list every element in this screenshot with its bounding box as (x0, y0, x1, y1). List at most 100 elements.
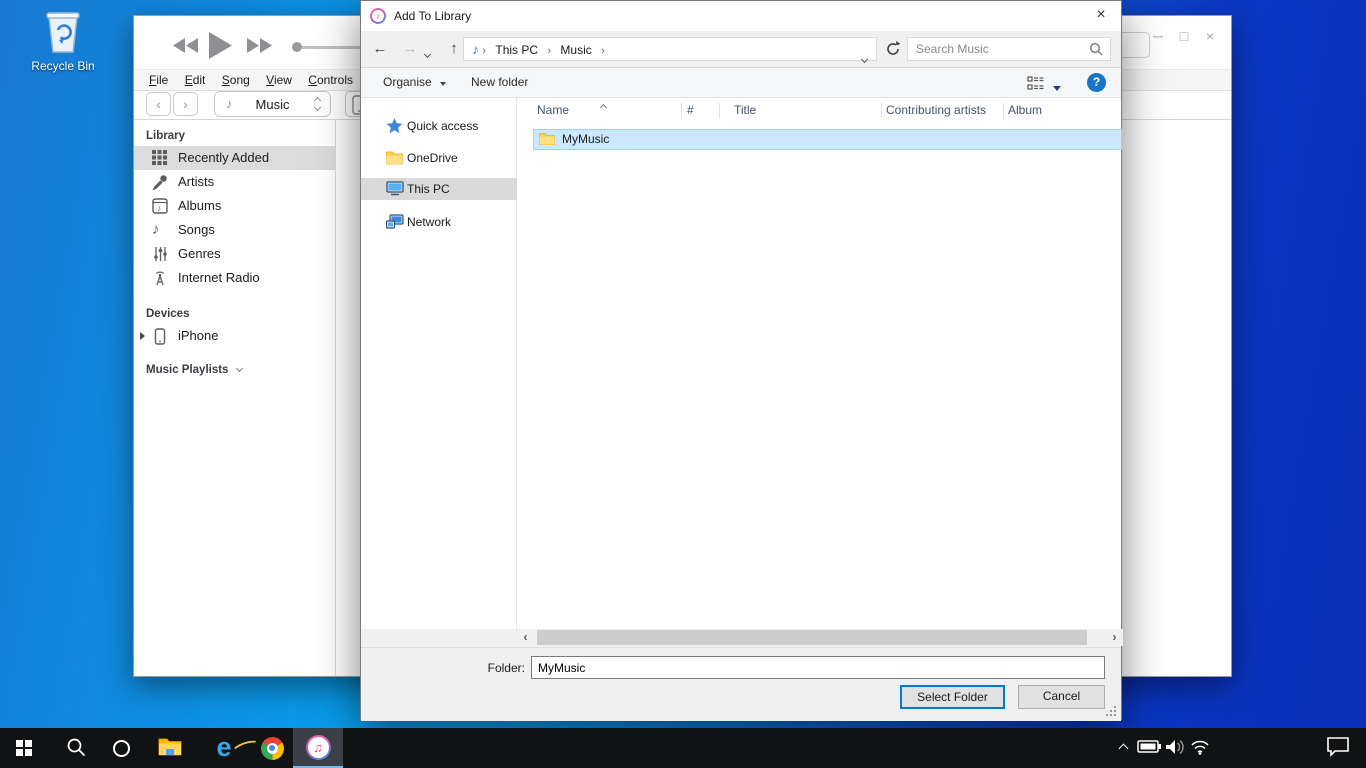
search-icon[interactable] (1089, 42, 1103, 59)
column-header-title[interactable]: Title (734, 98, 756, 123)
chevron-down-icon (440, 82, 446, 86)
view-mode-icon[interactable] (1027, 76, 1044, 94)
expand-caret-icon[interactable] (140, 332, 145, 340)
recycle-bin-icon (41, 43, 85, 57)
wifi-icon (1190, 739, 1210, 758)
nav-item-quick-access[interactable]: Quick access (361, 115, 517, 137)
rewind-button[interactable] (172, 38, 199, 56)
menu-file[interactable]: File (147, 70, 170, 90)
back-icon[interactable]: ← (367, 35, 393, 63)
music-note-icon: ♪ (152, 222, 169, 239)
column-header-number[interactable]: # (687, 98, 694, 123)
media-kind-selector[interactable]: ♪ Music (214, 91, 331, 117)
nav-item-label: Quick access (407, 119, 478, 133)
column-header-album[interactable]: Album (1008, 98, 1042, 123)
column-header-name[interactable]: Name (537, 98, 569, 123)
file-row-mymusic[interactable]: MyMusic (533, 129, 1122, 150)
column-separator[interactable] (681, 103, 682, 118)
organise-button[interactable]: Organise (383, 75, 446, 89)
scroll-left-icon[interactable]: ‹ (517, 629, 534, 646)
sidebar-item-songs[interactable]: ♪ Songs (134, 218, 335, 242)
network-button[interactable] (1186, 728, 1214, 768)
new-folder-button[interactable]: New folder (471, 75, 528, 89)
cancel-button[interactable]: Cancel (1018, 685, 1105, 709)
dialog-title: Add To Library (394, 9, 471, 23)
view-mode-chevron-icon[interactable] (1053, 80, 1061, 94)
battery-button[interactable] (1134, 728, 1164, 768)
nav-item-label: This PC (407, 182, 450, 196)
nav-item-network[interactable]: Network (361, 211, 517, 233)
sidebar-item-artists[interactable]: Artists (134, 170, 335, 194)
search-icon (66, 737, 86, 760)
network-icon (386, 214, 403, 230)
address-dropdown-chevron-icon[interactable] (862, 47, 867, 69)
breadcrumb-music[interactable]: Music (554, 39, 597, 61)
close-icon[interactable]: × (1197, 28, 1223, 44)
search-input[interactable] (916, 40, 1081, 58)
horizontal-scrollbar[interactable]: ‹ › (517, 629, 1123, 646)
sidebar-item-label: Artists (178, 174, 214, 189)
grid-icon (152, 150, 169, 167)
dialog-command-bar: Organise New folder ? (361, 67, 1121, 98)
dialog-titlebar: ♪ Add To Library × (361, 1, 1121, 31)
iphone-icon (152, 328, 169, 345)
itunes-icon: ♫ (306, 735, 331, 760)
internet-explorer-button[interactable]: e (203, 728, 245, 768)
microphone-icon (152, 174, 169, 191)
fast-forward-button[interactable] (246, 38, 273, 56)
sidebar-item-recently-added[interactable]: Recently Added (134, 146, 335, 170)
select-folder-button[interactable]: Select Folder (900, 685, 1005, 709)
start-button[interactable] (0, 728, 48, 768)
sidebar-item-albums[interactable]: ♪ Albums (134, 194, 335, 218)
column-separator[interactable] (881, 103, 882, 118)
resize-grip[interactable] (1105, 705, 1117, 717)
volume-button[interactable] (1162, 728, 1188, 768)
refresh-icon[interactable] (881, 37, 905, 61)
maximize-icon[interactable]: □ (1171, 28, 1197, 44)
column-separator[interactable] (1003, 103, 1004, 118)
menu-song[interactable]: Song (220, 70, 252, 90)
windows-logo-icon (16, 740, 32, 756)
action-center-button[interactable] (1314, 728, 1362, 768)
scroll-right-icon[interactable]: › (1106, 629, 1123, 646)
chrome-icon (261, 737, 284, 760)
column-separator[interactable] (719, 103, 720, 118)
play-button[interactable] (208, 32, 233, 62)
close-icon[interactable]: × (1081, 1, 1121, 31)
sidebar-item-label: Songs (178, 222, 215, 237)
recent-locations-chevron-icon[interactable] (425, 46, 430, 60)
sidebar-item-genres[interactable]: Genres (134, 242, 335, 266)
menu-edit[interactable]: Edit (183, 70, 208, 90)
sidebar-playlists-header[interactable]: Music Playlists (146, 364, 335, 376)
menu-view[interactable]: View (264, 70, 294, 90)
volume-slider-track[interactable] (302, 46, 366, 49)
folder-name-input[interactable] (531, 656, 1105, 679)
itunes-back-button[interactable]: ‹ (146, 92, 171, 116)
itunes-taskbar-button[interactable]: ♫ (293, 728, 343, 768)
itunes-forward-button[interactable]: › (173, 92, 198, 116)
forward-icon[interactable]: → (397, 35, 423, 63)
nav-item-onedrive[interactable]: OneDrive (361, 147, 517, 169)
chrome-button[interactable] (251, 728, 293, 768)
recycle-bin[interactable]: Recycle Bin (20, 8, 106, 73)
column-header-contributing-artists[interactable]: Contributing artists (886, 98, 986, 123)
sidebar-item-internet-radio[interactable]: Internet Radio (134, 266, 335, 290)
cortana-button[interactable] (102, 728, 140, 768)
minimize-icon[interactable]: ─ (1145, 28, 1171, 44)
dialog-footer: Folder: Select Folder Cancel (361, 647, 1121, 721)
scrollbar-thumb[interactable] (537, 630, 1087, 645)
dialog-navigation-row: ← → ↑ ♪ › This PC › Music › (361, 31, 1121, 67)
menu-controls[interactable]: Controls (306, 70, 355, 90)
show-hidden-icons-button[interactable] (1110, 728, 1136, 768)
folder-label: Folder: (455, 661, 525, 675)
taskbar-search-button[interactable] (56, 728, 96, 768)
sidebar-item-iphone[interactable]: iPhone (134, 324, 335, 348)
help-icon[interactable]: ? (1087, 73, 1106, 92)
breadcrumb-this-pc[interactable]: This PC (489, 39, 544, 61)
volume-slider-knob[interactable] (292, 42, 302, 52)
nav-item-this-pc[interactable]: This PC (361, 178, 517, 200)
dialog-body: Quick access OneDrive This PC (361, 98, 1121, 629)
address-bar[interactable]: ♪ › This PC › Music › (463, 37, 877, 61)
file-explorer-button[interactable] (150, 728, 190, 768)
breadcrumb-separator: › (482, 40, 486, 62)
